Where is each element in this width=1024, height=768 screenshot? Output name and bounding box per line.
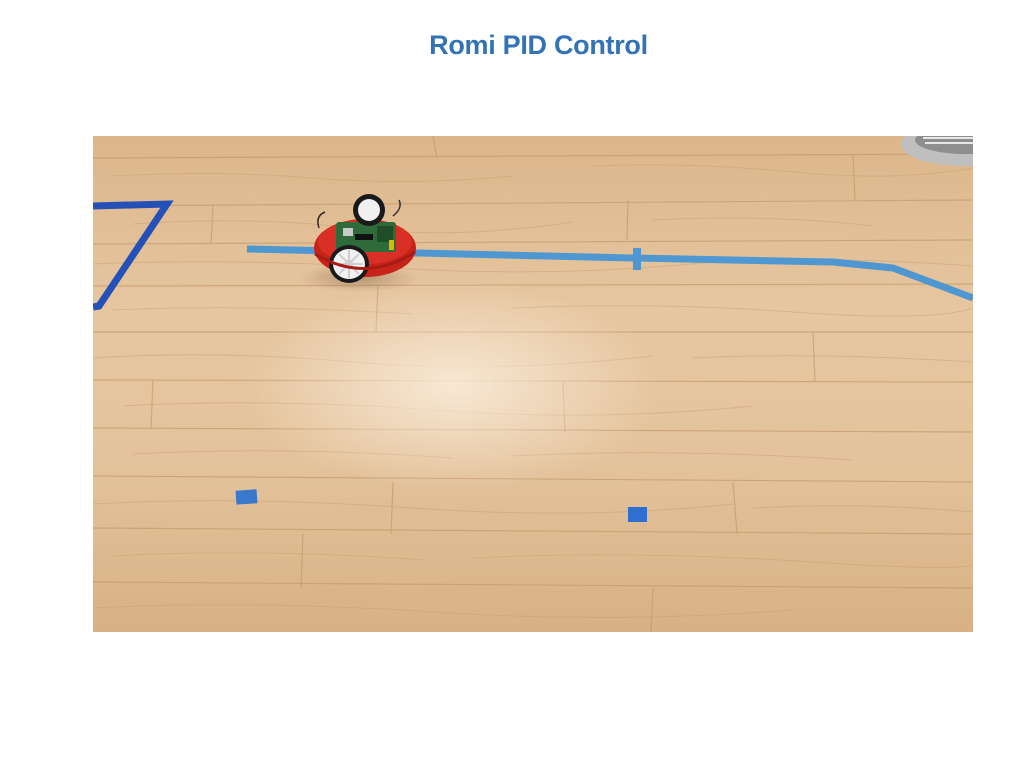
tape-marker-left	[235, 489, 258, 505]
floor-photo-svg	[93, 136, 973, 632]
tape-marker-right	[628, 507, 647, 522]
tape-tick-mark	[633, 248, 641, 270]
slide-title: Romi PID Control	[429, 30, 648, 60]
slide: Romi PID Control	[0, 0, 1024, 768]
floor-photo	[93, 136, 973, 632]
floor-light-reflection	[183, 236, 783, 536]
